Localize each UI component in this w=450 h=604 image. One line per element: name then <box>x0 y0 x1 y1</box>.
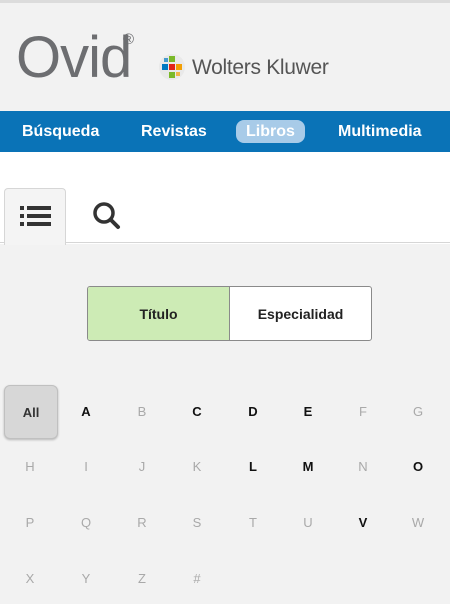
main-nav: Búsqueda Revistas Libros Multimedia <box>0 111 450 152</box>
letter-filter-number[interactable]: # <box>171 552 223 604</box>
tab-list-view[interactable] <box>4 188 66 245</box>
letter-filter-b[interactable]: B <box>116 385 168 437</box>
letter-filter-d[interactable]: D <box>227 385 279 437</box>
nav-item-busqueda[interactable]: Búsqueda <box>22 120 99 143</box>
letter-filter-s[interactable]: S <box>171 496 223 548</box>
letter-filter-q[interactable]: Q <box>60 496 112 548</box>
tab-divider <box>0 242 450 243</box>
letter-filter-z[interactable]: Z <box>116 552 168 604</box>
letter-filter-all[interactable]: All <box>4 385 58 439</box>
letter-filter-i[interactable]: I <box>60 440 112 492</box>
nav-item-revistas[interactable]: Revistas <box>141 120 207 143</box>
letter-filter-v[interactable]: V <box>337 496 389 548</box>
wolters-kluwer-logo-icon <box>159 54 185 80</box>
letter-filter-r[interactable]: R <box>116 496 168 548</box>
browse-by-title-button[interactable]: Título <box>88 287 230 340</box>
letter-filter-x[interactable]: X <box>4 552 56 604</box>
letter-filter-t[interactable]: T <box>227 496 279 548</box>
tab-search-view[interactable] <box>88 197 124 233</box>
letter-filter-o[interactable]: O <box>392 440 444 492</box>
letter-filter-c[interactable]: C <box>171 385 223 437</box>
browse-by-specialty-button[interactable]: Especialidad <box>230 287 371 340</box>
letter-filter-p[interactable]: P <box>4 496 56 548</box>
letter-filter-m[interactable]: M <box>282 440 334 492</box>
letter-filter-h[interactable]: H <box>4 440 56 492</box>
company-name: Wolters Kluwer <box>192 56 329 79</box>
letter-filter-y[interactable]: Y <box>60 552 112 604</box>
letter-filter-g[interactable]: G <box>392 385 444 437</box>
letter-filter-e[interactable]: E <box>282 385 334 437</box>
letter-filter-u[interactable]: U <box>282 496 334 548</box>
view-tabs <box>0 152 450 244</box>
list-icon <box>20 206 51 226</box>
letter-filter-j[interactable]: J <box>116 440 168 492</box>
ovid-logo: Ovid <box>16 25 132 90</box>
brand-header: Ovid ® Wolters Kluwer <box>0 3 450 111</box>
letter-filter-f[interactable]: F <box>337 385 389 437</box>
letter-filter-n[interactable]: N <box>337 440 389 492</box>
browse-by-toggle: Título Especialidad <box>87 286 372 341</box>
nav-item-multimedia[interactable]: Multimedia <box>338 120 422 143</box>
letter-filter-k[interactable]: K <box>171 440 223 492</box>
letter-filter-a[interactable]: A <box>60 385 112 437</box>
letter-filter-l[interactable]: L <box>227 440 279 492</box>
registered-mark: ® <box>123 31 135 48</box>
search-icon <box>93 202 120 229</box>
nav-item-libros[interactable]: Libros <box>236 120 305 143</box>
letter-filter-w[interactable]: W <box>392 496 444 548</box>
